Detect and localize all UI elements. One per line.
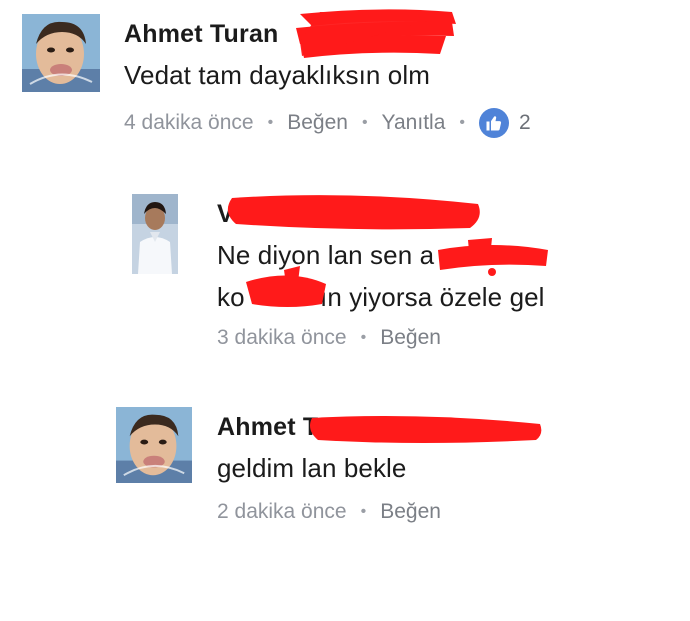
profile-photo-boy-face-icon <box>22 14 100 92</box>
timestamp[interactable]: 2 dakika önce <box>217 500 347 524</box>
like-button[interactable]: Beğen <box>287 111 348 135</box>
comment-text: geldim lan bekle <box>217 453 407 483</box>
comment-text-line-2-end: ın yiyorsa özele gel <box>320 282 545 312</box>
comment-thread: Ahmet Turan Vedat tam dayaklıksın olm 4 … <box>0 0 690 621</box>
comment-text-line-1: Ne diyon lan sen a <box>217 240 435 270</box>
separator-dot: • <box>360 329 367 346</box>
author-name[interactable]: Ahmet Tu <box>217 413 332 442</box>
comment-meta: 3 dakika önce • Beğen <box>217 326 441 350</box>
thumbs-up-icon[interactable] <box>478 108 509 138</box>
like-button[interactable]: Beğen <box>380 326 441 350</box>
avatar[interactable] <box>116 407 192 483</box>
comment-meta: 2 dakika önce • Beğen <box>217 500 441 524</box>
timestamp[interactable]: 3 dakika önce <box>217 326 347 350</box>
comment-text-line-2-start: ko <box>217 282 245 312</box>
separator-dot: • <box>360 503 367 520</box>
like-count[interactable]: 2 <box>519 111 531 135</box>
profile-photo-boy-white-shirt-icon <box>132 194 178 274</box>
author-name[interactable]: V <box>217 200 234 229</box>
separator-dot: • <box>267 114 274 131</box>
profile-photo-boy-face-icon <box>116 407 192 483</box>
separator-dot: • <box>459 114 465 131</box>
like-button[interactable]: Beğen <box>380 500 441 524</box>
avatar[interactable] <box>132 194 178 274</box>
comment-meta: 4 dakika önce • Beğen • Yanıtla • 2 <box>124 108 531 138</box>
avatar[interactable] <box>22 14 100 92</box>
timestamp[interactable]: 4 dakika önce <box>124 111 254 135</box>
author-name[interactable]: Ahmet Turan <box>124 20 279 49</box>
comment-text: Vedat tam dayaklıksın olm <box>124 60 430 90</box>
reply-button[interactable]: Yanıtla <box>382 111 446 135</box>
separator-dot: • <box>361 114 368 131</box>
